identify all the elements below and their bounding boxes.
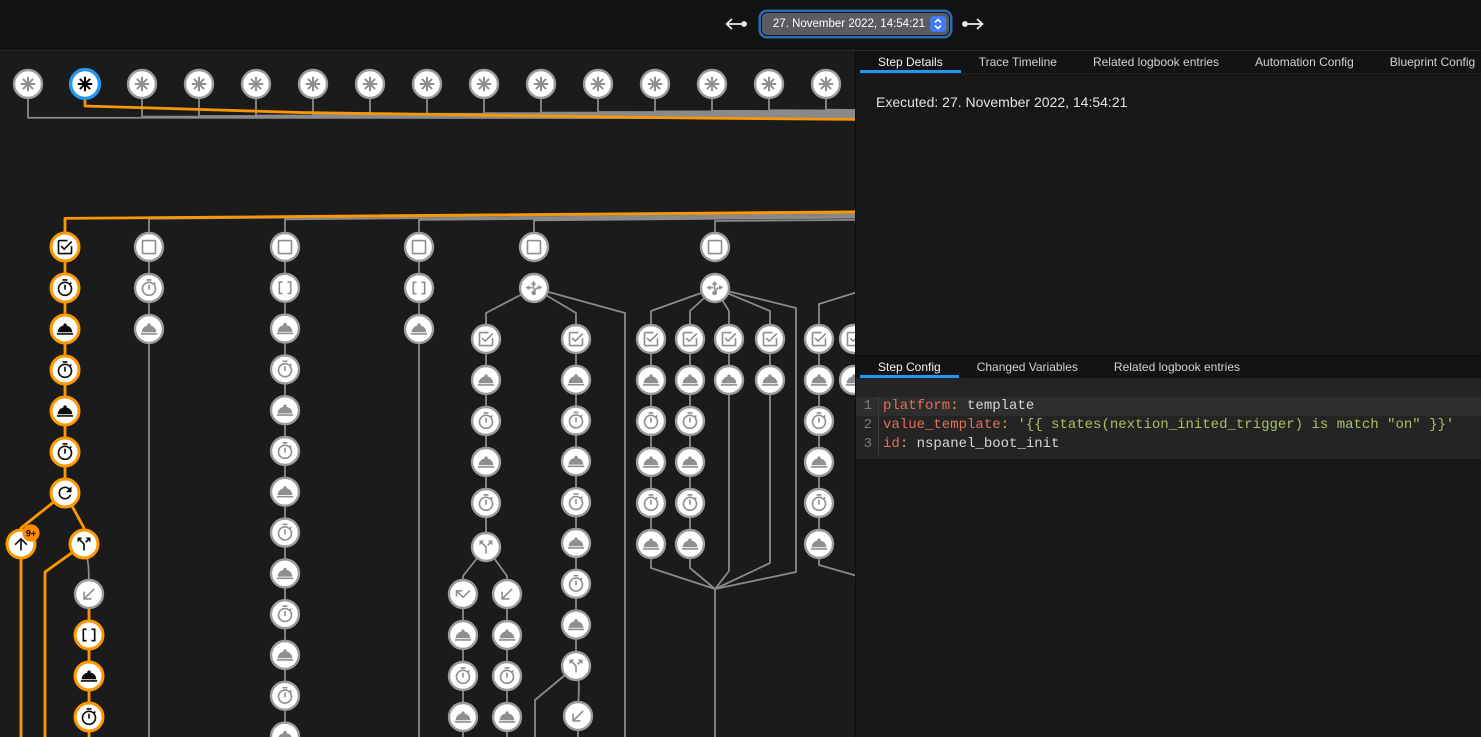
svg-text:9+: 9+ (26, 529, 36, 539)
